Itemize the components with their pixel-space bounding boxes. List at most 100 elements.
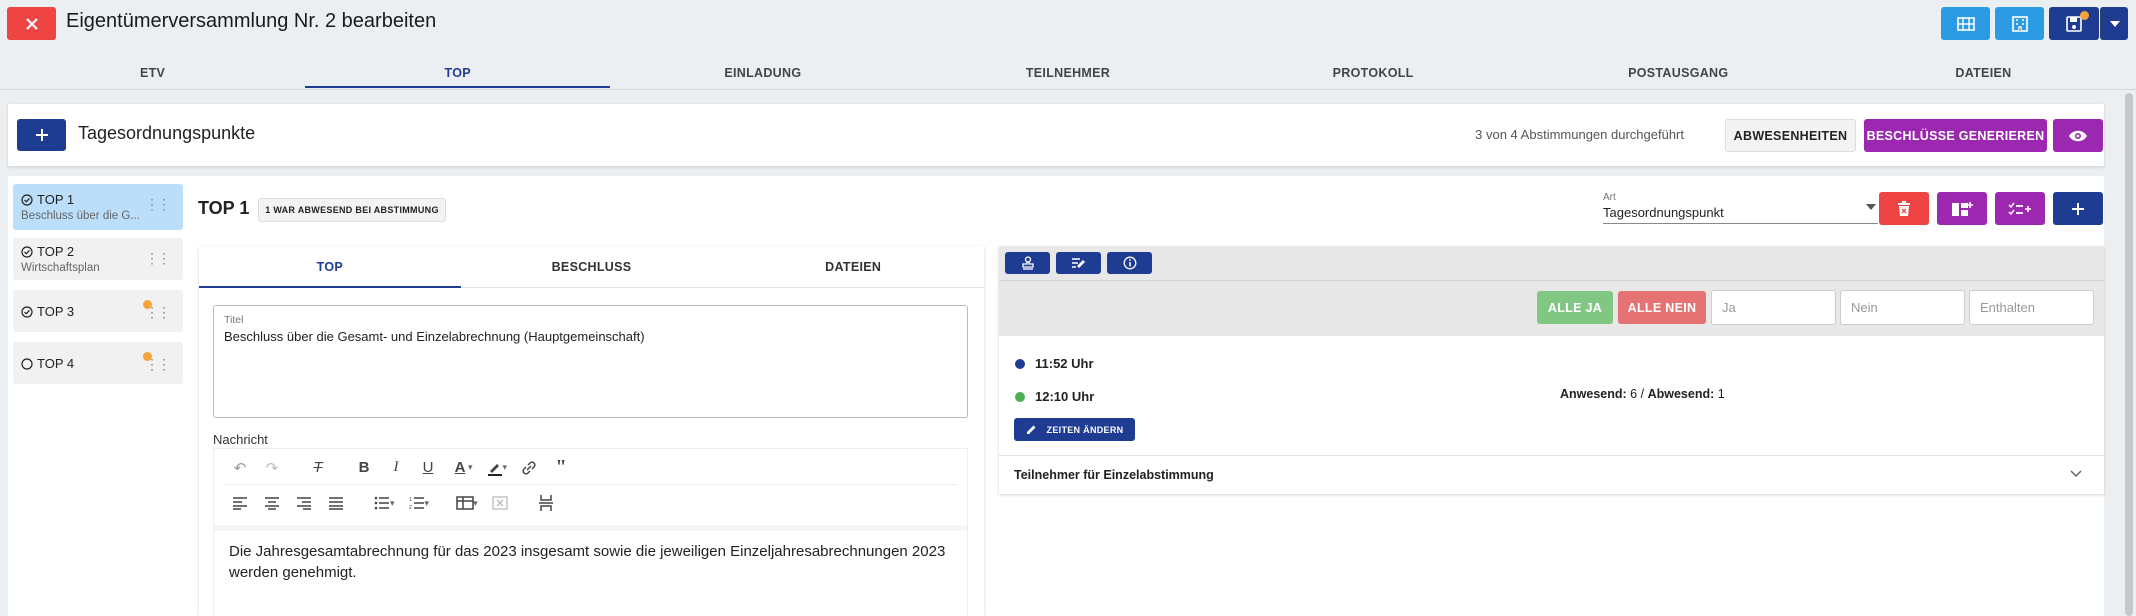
tab-postausgang[interactable]: POSTAUSGANG	[1526, 55, 1831, 90]
no-count-input[interactable]: Nein	[1840, 290, 1965, 325]
redo-icon[interactable]: ↷	[256, 454, 288, 482]
sidebar-item-top-2[interactable]: TOP 2 Wirtschaftsplan ⋮⋮	[13, 238, 183, 280]
stamp-button[interactable]	[1005, 252, 1050, 274]
type-select-label: Art	[1603, 192, 1616, 203]
add-agenda-item-button[interactable]	[17, 119, 66, 151]
align-center-icon[interactable]	[256, 489, 288, 517]
main-tabs: ETV TOP EINLADUNG TEILNEHMER PROTOKOLL P…	[0, 55, 2136, 90]
editor-divider	[214, 525, 967, 531]
attendance-separator: /	[1640, 387, 1645, 401]
chevron-down-icon[interactable]: ▾	[503, 462, 508, 473]
sidebar-item-title: TOP 4	[21, 356, 74, 371]
editor-toolbar-row-1: ↶ ↷ T B I U A ▾ ▾ "	[224, 451, 957, 485]
page-break-icon[interactable]	[530, 489, 562, 517]
clear-format-icon[interactable]: T	[302, 454, 334, 482]
tab-top[interactable]: TOP	[305, 55, 611, 90]
chevron-down-icon[interactable]: ▾	[473, 498, 478, 509]
dashboard-add-icon	[1952, 201, 1973, 216]
chevron-down-icon[interactable]	[2070, 465, 2082, 481]
drag-handle-icon[interactable]: ⋮⋮	[145, 250, 171, 267]
end-time: 12:10 Uhr	[1015, 389, 1094, 404]
tab-dateien[interactable]: DATEIEN	[1831, 55, 2136, 90]
yes-count-input[interactable]: Ja	[1711, 290, 1836, 325]
sidebar-item-subtitle: Wirtschaftsplan	[21, 262, 100, 274]
tab-beschluss[interactable]: BESCHLUSS	[461, 246, 723, 287]
message-text[interactable]: Die Jahresgesamtabrechnung für das 2023 …	[229, 541, 947, 583]
add-item-button[interactable]	[2053, 192, 2103, 225]
link-icon[interactable]	[513, 454, 545, 482]
page-scrollbar[interactable]	[2125, 93, 2133, 616]
page-title: Eigentümerversammlung Nr. 2 bearbeiten	[66, 10, 437, 32]
tab-etv[interactable]: ETV	[0, 55, 305, 90]
tab-einladung[interactable]: EINLADUNG	[610, 55, 915, 90]
absences-button[interactable]: ABWESENHEITEN	[1725, 119, 1856, 152]
chevron-down-icon[interactable]: ▾	[425, 498, 430, 509]
align-left-icon[interactable]	[224, 489, 256, 517]
type-select[interactable]: Art Tagesordnungspunkt	[1603, 192, 1878, 224]
sidebar-item-top-1[interactable]: TOP 1 Beschluss über die G... ⋮⋮	[13, 184, 183, 230]
align-justify-icon[interactable]	[320, 489, 352, 517]
change-times-label: ZEITEN ÄNDERN	[1046, 424, 1124, 435]
editor-toolbar-row-2: ▾ 1 2 ▾ ▾	[224, 486, 957, 520]
checklist-add-icon	[2008, 202, 2031, 215]
save-options-button[interactable]	[2100, 7, 2128, 40]
tab-dateien[interactable]: DATEIEN	[722, 246, 984, 287]
tab-teilnehmer[interactable]: TEILNEHMER	[915, 55, 1220, 90]
abstain-count-input[interactable]: Enthalten	[1969, 290, 2094, 325]
all-yes-button[interactable]: ALLE JA	[1537, 291, 1613, 324]
preview-button[interactable]	[2053, 119, 2103, 152]
italic-icon[interactable]: I	[380, 454, 412, 482]
stamp-icon	[1021, 256, 1034, 270]
unsaved-badge	[2080, 11, 2089, 20]
start-time: 11:52 Uhr	[1015, 356, 1094, 371]
sidebar-item-top-3[interactable]: TOP 3 ⋮⋮	[13, 290, 183, 332]
eye-icon	[2069, 130, 2087, 141]
circle-icon	[21, 357, 33, 370]
save-button[interactable]	[2049, 7, 2099, 40]
map-icon	[1956, 16, 1975, 31]
agenda-toolbar: Tagesordnungspunkte 3 von 4 Abstimmungen…	[8, 104, 2104, 166]
close-button[interactable]	[7, 7, 56, 40]
trash-icon	[1898, 200, 1910, 216]
agenda-item-heading: TOP 1	[198, 198, 250, 218]
align-right-icon[interactable]	[288, 489, 320, 517]
undo-icon[interactable]: ↶	[224, 454, 256, 482]
sidebar-item-title: TOP 1	[21, 192, 74, 207]
change-times-button[interactable]: ZEITEN ÄNDERN	[1014, 418, 1135, 441]
info-button[interactable]	[1107, 252, 1152, 274]
agenda-title: Tagesordnungspunkte	[78, 123, 256, 143]
title-value: Beschluss über die Gesamt- und Einzelabr…	[224, 329, 645, 344]
drag-handle-icon[interactable]: ⋮⋮	[145, 304, 171, 321]
chevron-down-icon[interactable]: ▾	[390, 498, 395, 509]
edit-notes-button[interactable]	[1056, 252, 1101, 274]
add-checklist-button[interactable]	[1995, 192, 2045, 225]
single-vote-header[interactable]: Teilnehmer für Einzelabstimmung	[1014, 468, 1214, 482]
title-textarea[interactable]: Titel Beschluss über die Gesamt- und Ein…	[213, 305, 968, 418]
blockquote-icon[interactable]: "	[545, 454, 577, 482]
sidebar-item-top-4[interactable]: TOP 4 ⋮⋮	[13, 342, 183, 384]
sidebar-item-label: TOP 1	[37, 192, 75, 207]
vote-status: 3 von 4 Abstimmungen durchgeführt	[1475, 127, 1684, 142]
tab-top[interactable]: TOP	[199, 246, 461, 288]
map-button[interactable]	[1941, 7, 1990, 40]
add-layout-button[interactable]	[1937, 192, 1987, 225]
attendance-summary: Anwesend: 6 / Abwesend: 1	[1560, 387, 1725, 401]
underline-icon[interactable]: U	[412, 454, 444, 482]
toolbar-divider	[999, 280, 2104, 281]
building-button[interactable]	[1995, 7, 2044, 40]
tab-protokoll[interactable]: PROTOKOLL	[1221, 55, 1526, 90]
drag-handle-icon[interactable]: ⋮⋮	[145, 196, 171, 213]
absent-chip[interactable]: 1 WAR ABWESEND BEI ABSTIMMUNG	[258, 198, 446, 222]
bold-icon[interactable]: B	[348, 454, 380, 482]
all-no-button[interactable]: ALLE NEIN	[1618, 291, 1706, 324]
generate-resolutions-button[interactable]: BESCHLÜSSE GENERIEREN	[1864, 119, 2047, 152]
chevron-down-icon[interactable]: ▾	[468, 462, 473, 473]
caret-down-icon	[1866, 204, 1876, 210]
svg-text:2: 2	[409, 505, 412, 510]
sidebar-item-title: TOP 2	[21, 244, 74, 259]
delete-table-icon[interactable]	[484, 489, 516, 517]
start-time-label: 11:52 Uhr	[1035, 356, 1094, 371]
delete-button[interactable]	[1879, 192, 1929, 225]
present-label: Anwesend:	[1560, 387, 1627, 401]
drag-handle-icon[interactable]: ⋮⋮	[145, 356, 171, 373]
